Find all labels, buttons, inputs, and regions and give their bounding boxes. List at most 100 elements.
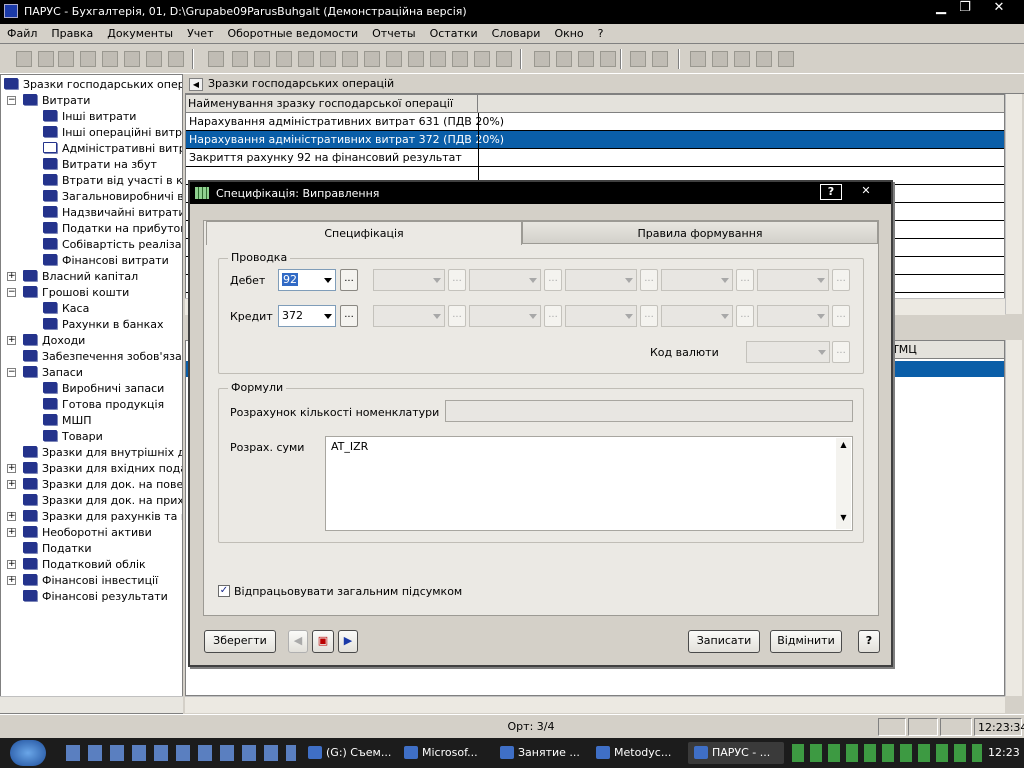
currency-icon[interactable] xyxy=(556,51,572,67)
dialog-help-button[interactable]: ? xyxy=(820,184,842,200)
credit-analytic-2-button[interactable]: ... xyxy=(544,305,562,327)
quick-launch-icons[interactable] xyxy=(66,745,296,761)
debit-analytic-2[interactable] xyxy=(469,269,541,291)
tree-item[interactable]: Забезпечення зобов'язань xyxy=(23,349,182,365)
user-icon[interactable] xyxy=(756,51,772,67)
folder-icon[interactable] xyxy=(734,51,750,67)
credit-analytic-3-button[interactable]: ... xyxy=(640,305,658,327)
tree-item[interactable]: Витрати на збут xyxy=(43,157,157,173)
credit-select-button[interactable]: ... xyxy=(340,305,358,327)
tree-item[interactable]: Зразки для док. на повер. xyxy=(23,477,182,493)
debit-analytic-5[interactable] xyxy=(757,269,829,291)
tree-expander[interactable]: + xyxy=(7,480,16,489)
tree-item[interactable]: Витрати xyxy=(23,93,90,109)
calculator-icon[interactable] xyxy=(690,51,706,67)
tool-icon-14[interactable] xyxy=(496,51,512,67)
tool-icon-7[interactable] xyxy=(342,51,358,67)
tool-icon-3[interactable] xyxy=(254,51,270,67)
menu-dictionaries[interactable]: Словари xyxy=(485,24,548,40)
tree-item[interactable]: Запаси xyxy=(23,365,83,381)
filter-icon[interactable] xyxy=(102,51,118,67)
prev-record-button[interactable]: ◀ xyxy=(288,630,308,653)
debit-account-combo[interactable]: 92 xyxy=(278,269,336,291)
tree-item[interactable]: Податки xyxy=(23,541,92,557)
tree-expander[interactable]: + xyxy=(7,336,16,345)
tree-item[interactable]: Собівартість реалізації xyxy=(43,237,182,253)
debit-analytic-4[interactable] xyxy=(661,269,733,291)
debit-analytic-3[interactable] xyxy=(565,269,637,291)
tool-icon-9[interactable] xyxy=(386,51,402,67)
print-icon[interactable] xyxy=(146,51,162,67)
tree-expander[interactable]: + xyxy=(7,464,16,473)
grid2-vertical-scrollbar[interactable] xyxy=(1005,340,1022,696)
tool-icon-12[interactable] xyxy=(452,51,468,67)
tool-icon-1[interactable] xyxy=(208,51,224,67)
tree-item[interactable]: Адміністративні витрат xyxy=(43,141,182,157)
currency-combo[interactable] xyxy=(746,341,830,363)
tree-item[interactable]: Рахунки в банках xyxy=(43,317,163,333)
tree-item[interactable]: Інші витрати xyxy=(43,109,136,125)
currency-select-button[interactable]: ... xyxy=(832,341,850,363)
menu-documents[interactable]: Документы xyxy=(100,24,180,40)
tree-expander[interactable]: + xyxy=(7,528,16,537)
tree-expander[interactable]: + xyxy=(7,512,16,521)
back-arrow-icon[interactable]: ◀ xyxy=(189,78,203,91)
copy-record-icon[interactable] xyxy=(38,51,54,67)
tool-icon-17[interactable] xyxy=(600,51,616,67)
write-button[interactable]: Записати xyxy=(688,630,760,653)
column-header-tmc[interactable]: ТМЦ xyxy=(890,341,1004,359)
debit-analytic-1[interactable] xyxy=(373,269,445,291)
tree-item[interactable]: Власний капітал xyxy=(23,269,138,285)
tree-item[interactable]: Товари xyxy=(43,429,103,445)
tool-icon-13[interactable] xyxy=(474,51,490,67)
tree-item[interactable]: Зразки для внутрішніх доку xyxy=(23,445,182,461)
menu-balances[interactable]: Остатки xyxy=(423,24,485,40)
menu-help[interactable]: ? xyxy=(591,24,611,40)
tree-item[interactable]: МШП xyxy=(43,413,92,429)
maximize-button[interactable]: ❐ xyxy=(954,0,976,18)
edit-record-icon[interactable] xyxy=(58,51,74,67)
tool-icon-11[interactable] xyxy=(430,51,446,67)
debit-analytic-3-button[interactable]: ... xyxy=(640,269,658,291)
save-button[interactable]: Зберегти xyxy=(204,630,276,653)
tree-item[interactable]: Зразки для док. на приход xyxy=(23,493,182,509)
tree-item[interactable]: Каса xyxy=(43,301,89,317)
textarea-scrollbar[interactable]: ▲ ▼ xyxy=(836,438,851,529)
credit-analytic-4[interactable] xyxy=(661,305,733,327)
tree-item[interactable]: Інші операційні витрати xyxy=(43,125,182,141)
tree-root[interactable]: Зразки господарських операц xyxy=(4,77,182,93)
debit-select-button[interactable]: ... xyxy=(340,269,358,291)
delete-icon[interactable] xyxy=(80,51,96,67)
tool-icon-15[interactable] xyxy=(534,51,550,67)
tool-icon-16[interactable] xyxy=(578,51,594,67)
credit-analytic-5-button[interactable]: ... xyxy=(832,305,850,327)
export-icon[interactable] xyxy=(168,51,184,67)
tree-expander[interactable]: − xyxy=(7,288,16,297)
credit-analytic-2[interactable] xyxy=(469,305,541,327)
dialog-close-button[interactable]: ✕ xyxy=(848,184,884,200)
tool-icon-2[interactable] xyxy=(232,51,248,67)
help-button[interactable]: ? xyxy=(858,630,880,653)
tray-icons[interactable] xyxy=(792,744,982,762)
debit-analytic-1-button[interactable]: ... xyxy=(448,269,466,291)
credit-analytic-1[interactable] xyxy=(373,305,445,327)
table-row[interactable]: Закриття рахунку 92 на фінансовий резуль… xyxy=(186,149,1004,167)
tool-icon-19[interactable] xyxy=(652,51,668,67)
tree-item[interactable]: Фінансові інвестиції xyxy=(23,573,158,589)
tool-icon-18[interactable] xyxy=(630,51,646,67)
credit-analytic-4-button[interactable]: ... xyxy=(736,305,754,327)
tree-item[interactable]: Зразки для вхідних подат. xyxy=(23,461,182,477)
tree-item[interactable]: Фінансові результати xyxy=(23,589,168,605)
task-word-3[interactable]: Metodyc... xyxy=(590,742,682,764)
table-row-selected[interactable]: Нарахування адміністративних витрат 372 … xyxy=(186,131,1004,149)
credit-analytic-5[interactable] xyxy=(757,305,829,327)
debit-analytic-5-button[interactable]: ... xyxy=(832,269,850,291)
tool-icon-4[interactable] xyxy=(276,51,292,67)
tree-item[interactable]: Готова продукція xyxy=(43,397,164,413)
start-button[interactable] xyxy=(10,740,46,766)
table-row[interactable]: Нарахування адміністративних витрат 631 … xyxy=(186,113,1004,131)
menu-turnover[interactable]: Оборотные ведомости xyxy=(220,24,365,40)
total-checkbox[interactable]: ✓ xyxy=(218,585,230,597)
tool-icon-6[interactable] xyxy=(320,51,336,67)
document-icon[interactable]: ▣ xyxy=(312,630,334,653)
